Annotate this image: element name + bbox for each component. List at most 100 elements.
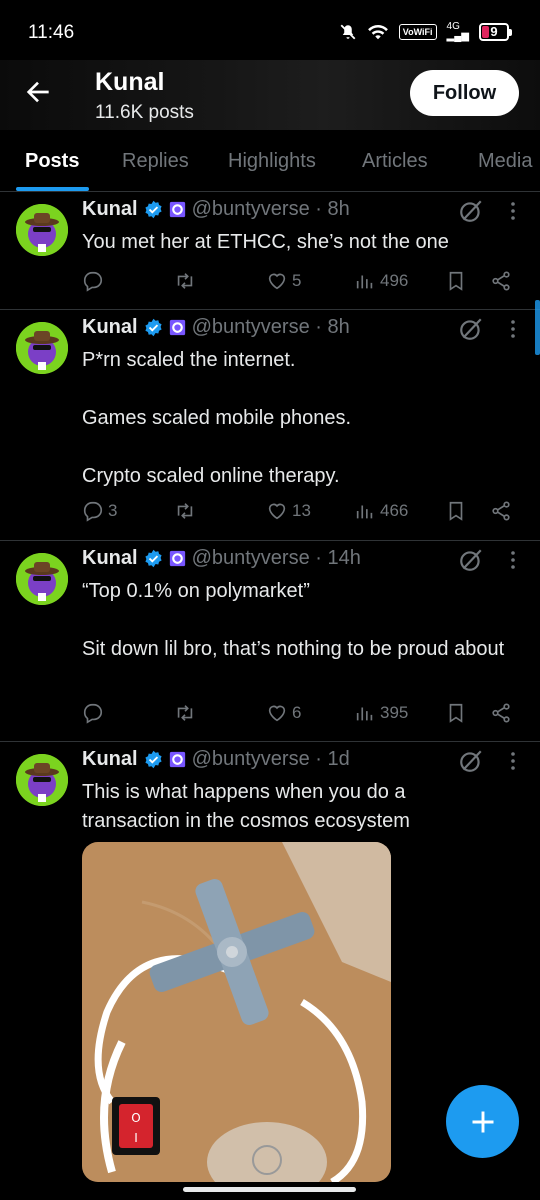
share-button[interactable] [490,270,512,292]
heart-icon [266,702,288,724]
repost-button[interactable] [174,702,200,724]
vowifi-badge: VoWiFi [398,24,437,40]
verified-badge-icon [144,200,163,219]
like-count: 5 [292,271,302,290]
profile-tabs: Posts Replies Highlights Articles Media [0,130,540,192]
like-count: 6 [292,703,302,722]
reply-button[interactable]: 3 [82,500,117,522]
scrollbar[interactable] [535,300,540,355]
like-button[interactable]: 13 [266,500,311,522]
author-handle: @buntyverse · 1d [191,748,350,770]
view-count: 466 [380,501,409,520]
cardboard-fan-image: O I [82,842,391,1182]
repost-button[interactable] [174,500,200,522]
tab-replies[interactable]: Replies [122,150,189,173]
profile-name: Kunal [95,68,165,96]
bookmark-icon [445,500,467,522]
tweet-text: P*rn scaled the internet. Games scaled m… [82,349,352,487]
tweet-text: This is what happens when you do a trans… [82,781,412,832]
tab-highlights[interactable]: Highlights [228,150,316,173]
arrow-left-icon[interactable] [22,76,54,108]
reply-icon [82,270,104,292]
grok-icon[interactable] [458,748,484,774]
repost-icon [174,500,196,522]
views-button[interactable]: 496 [354,270,408,292]
tweet-text: “Top 0.1% on polymarket” Sit down lil br… [82,580,505,660]
author-name[interactable]: Kunal [82,316,138,339]
more-dots-icon[interactable] [506,750,520,772]
status-time: 11:46 [28,22,75,43]
avatar[interactable] [16,322,68,374]
views-icon [354,702,376,724]
bookmark-button[interactable] [445,702,467,724]
reply-icon [82,500,104,522]
switch-label-off: I [134,1131,138,1145]
like-count: 13 [292,501,311,520]
avatar[interactable] [16,754,68,806]
active-tab-indicator [16,187,89,191]
views-icon [354,500,376,522]
share-icon [490,702,512,724]
tweet-actions: 6 395 [82,702,522,730]
tweet-text: You met her at ETHCC, she’s not the one [82,231,449,253]
share-button[interactable] [490,702,512,724]
tweet-media-video[interactable]: O I [82,842,391,1182]
tweet-actions: 3 13 466 [82,500,522,528]
views-button[interactable]: 395 [354,702,408,724]
more-dots-icon[interactable] [506,549,520,571]
tweet[interactable]: Kunal @buntyverse · 8h You met her at ET… [0,192,540,310]
avatar[interactable] [16,553,68,605]
view-count: 496 [380,271,409,290]
battery-level: 9 [490,24,498,39]
heart-icon [266,270,288,292]
tweet-actions: 5 496 [82,270,522,298]
tweet-header: Kunal @buntyverse · 1d [82,748,350,771]
reply-button[interactable] [82,270,108,292]
bookmark-button[interactable] [445,500,467,522]
reply-icon [82,702,104,724]
mute-bell-icon [340,24,356,40]
switch-label-on: O [131,1111,140,1125]
repost-icon [174,270,196,292]
views-button[interactable]: 466 [354,500,408,522]
plus-icon [472,1111,493,1132]
like-button[interactable]: 6 [266,702,301,724]
share-icon [490,270,512,292]
tweet[interactable]: Kunal @buntyverse · 14h “Top 0.1% on pol… [0,541,540,742]
grok-icon[interactable] [458,198,484,224]
tweet[interactable]: Kunal @buntyverse · 8h P*rn scaled the i… [0,310,540,541]
share-icon [490,500,512,522]
more-dots-icon[interactable] [506,200,520,222]
tab-articles[interactable]: Articles [362,150,428,173]
author-name[interactable]: Kunal [82,748,138,771]
wifi-icon [367,24,388,40]
verified-badge-icon [144,750,163,769]
view-count: 395 [380,703,409,722]
avatar[interactable] [16,204,68,256]
affiliate-badge-icon [169,550,186,567]
bookmark-icon [445,270,467,292]
repost-button[interactable] [174,270,200,292]
like-button[interactable]: 5 [266,270,301,292]
grok-icon[interactable] [458,547,484,573]
author-name[interactable]: Kunal [82,547,138,570]
grok-icon[interactable] [458,316,484,342]
home-indicator[interactable] [183,1187,356,1192]
share-button[interactable] [490,500,512,522]
tab-posts[interactable]: Posts [25,150,79,173]
follow-button[interactable]: Follow [410,70,519,116]
author-handle: @buntyverse · 14h [191,547,361,569]
views-icon [354,270,376,292]
more-dots-icon[interactable] [506,318,520,340]
bookmark-button[interactable] [445,270,467,292]
network-type: 4G [446,21,460,32]
tweet-header: Kunal @buntyverse · 8h [82,198,350,221]
author-name[interactable]: Kunal [82,198,138,221]
reply-count: 3 [108,501,118,520]
affiliate-badge-icon [169,751,186,768]
reply-button[interactable] [82,702,108,724]
compose-button[interactable] [446,1085,519,1158]
tab-media[interactable]: Media [478,150,532,173]
author-handle: @buntyverse · 8h [191,198,350,220]
heart-icon [266,500,288,522]
